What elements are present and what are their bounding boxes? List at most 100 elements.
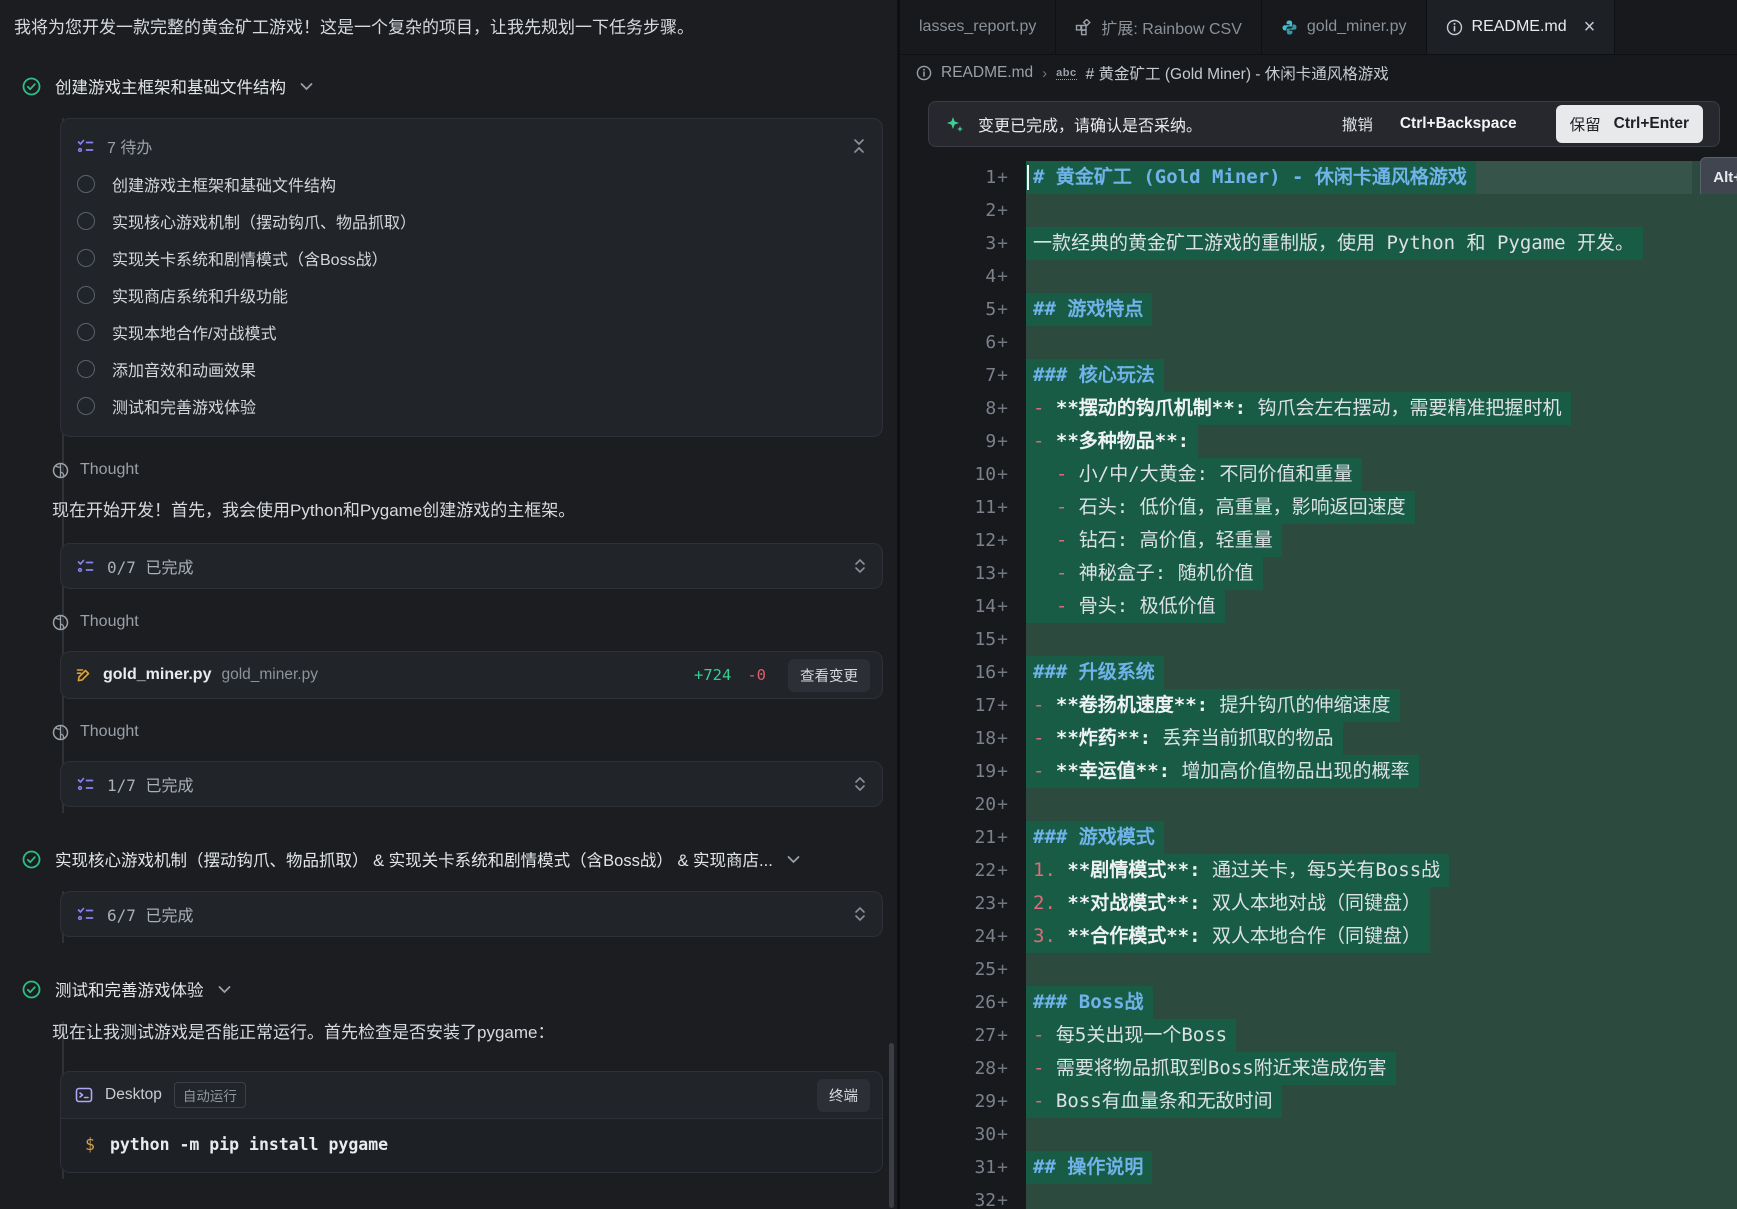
line-content[interactable]: - **多种物品**:	[1026, 425, 1737, 458]
diff-added-highlight: 2. **对战模式**: 双人本地对战（同键盘）	[1026, 887, 1430, 920]
line-content[interactable]: ### Boss战	[1026, 986, 1737, 1019]
line-content[interactable]	[1026, 260, 1737, 293]
alt-key-hint-badge[interactable]: Alt+	[1700, 157, 1737, 198]
undo-button[interactable]: 撤销	[1342, 113, 1373, 135]
line-content[interactable]: - 神秘盒子: 随机价值	[1026, 557, 1737, 590]
thought-row-1[interactable]: Thought	[52, 461, 897, 479]
line-content[interactable]: ## 操作说明	[1026, 1151, 1737, 1184]
line-number: 13	[974, 557, 996, 590]
code-segment: -	[1033, 727, 1056, 749]
todo-circle-icon[interactable]	[77, 360, 95, 378]
collapse-icon[interactable]	[852, 138, 866, 154]
line-content[interactable]: 1. **剧情模式**: 通过关卡，每5关有Boss战	[1026, 854, 1737, 887]
line-content[interactable]: - 钻石: 高价值，轻重量	[1026, 524, 1737, 557]
line-content[interactable]: ### 核心玩法	[1026, 359, 1737, 392]
code-segment	[1033, 562, 1056, 584]
todo-circle-icon[interactable]	[77, 212, 95, 230]
thought-row-2[interactable]: Thought	[52, 613, 897, 631]
line-content[interactable]: ### 升级系统	[1026, 656, 1737, 689]
task-section-header-2[interactable]: 实现核心游戏机制（摆动钩爪、物品抓取） & 实现关卡系统和剧情模式（含Boss战…	[22, 847, 881, 871]
task-section-header-1[interactable]: 创建游戏主框架和基础文件结构	[22, 74, 881, 98]
todo-item[interactable]: 创建游戏主框架和基础文件结构	[77, 165, 866, 202]
code-segment: ## 操作说明	[1033, 1156, 1143, 1178]
line-content[interactable]: 3. **合作模式**: 双人本地合作（同键盘）	[1026, 920, 1737, 953]
progress-label: 6/7 已完成	[107, 902, 194, 926]
line-content[interactable]: - Boss有血量条和无敌时间	[1026, 1085, 1737, 1118]
line-content[interactable]: - **炸药**: 丢弃当前抓取的物品	[1026, 722, 1737, 755]
code-segment: ### Boss战	[1033, 991, 1144, 1013]
todo-item[interactable]: 添加音效和动画效果	[77, 350, 866, 387]
tab-扩展: Rainbow CSV[interactable]: 扩展: Rainbow CSV	[1056, 0, 1262, 54]
tab-README.md[interactable]: README.md×	[1427, 0, 1616, 54]
line-content[interactable]	[1026, 194, 1737, 227]
keep-button[interactable]: 保留 Ctrl+Enter	[1556, 105, 1703, 143]
todo-circle-icon[interactable]	[77, 286, 95, 304]
chat-scrollbar[interactable]	[889, 1043, 894, 1208]
view-changes-button[interactable]: 查看变更	[788, 659, 870, 692]
line-content[interactable]: - **摆动的钩爪机制**: 钩爪会左右摆动，需要精准把握时机	[1026, 392, 1737, 425]
info-icon	[916, 65, 932, 81]
diff-added-highlight: - 石头: 低价值，高重量，影响返回速度	[1026, 491, 1415, 524]
line-content[interactable]: - 小/中/大黄金: 不同价值和重量	[1026, 458, 1737, 491]
breadcrumb[interactable]: README.md › abc # 黄金矿工 (Gold Miner) - 休闲…	[900, 55, 1737, 91]
line-number: 24	[974, 920, 996, 953]
terminal-command-row[interactable]: $ python -m pip install pygame	[61, 1119, 882, 1172]
editor-lines: 1+# 黄金矿工 (Gold Miner) - 休闲卡通风格游戏Alt+2+3+…	[900, 161, 1737, 1209]
todo-item[interactable]: 实现本地合作/对战模式	[77, 313, 866, 350]
tab-label: lasses_report.py	[919, 18, 1036, 36]
line-content[interactable]: - 骨头: 极低价值	[1026, 590, 1737, 623]
line-content[interactable]: - 石头: 低价值，高重量，影响返回速度	[1026, 491, 1737, 524]
task-section-header-3[interactable]: 测试和完善游戏体验	[22, 977, 881, 1001]
apply-changes-message: 变更已完成，请确认是否采纳。	[978, 112, 1202, 136]
line-content[interactable]	[1026, 788, 1737, 821]
progress-card-1[interactable]: 0/7 已完成	[60, 543, 883, 589]
code-segment: **幸运值**:	[1056, 760, 1170, 782]
line-number-gutter: 25+	[900, 953, 1026, 986]
todo-circle-icon[interactable]	[77, 175, 95, 193]
chevron-down-icon[interactable]	[787, 855, 800, 864]
breadcrumb-symbol[interactable]: # 黄金矿工 (Gold Miner) - 休闲卡通风格游戏	[1086, 62, 1389, 84]
progress-card-3[interactable]: 6/7 已完成	[60, 891, 883, 937]
diff-added-marker: +	[997, 194, 1008, 227]
line-number-gutter: 16+	[900, 656, 1026, 689]
open-terminal-button[interactable]: 终端	[817, 1079, 870, 1112]
line-content[interactable]: # 黄金矿工 (Gold Miner) - 休闲卡通风格游戏Alt+	[1026, 161, 1737, 194]
code-segment: # 黄金矿工 (Gold Miner) - 休闲卡通风格游戏	[1033, 166, 1467, 188]
python-icon	[1281, 19, 1298, 36]
unfold-icon[interactable]	[854, 906, 866, 922]
line-content[interactable]: ## 游戏特点	[1026, 293, 1737, 326]
todo-item[interactable]: 实现关卡系统和剧情模式（含Boss战）	[77, 239, 866, 276]
line-content[interactable]	[1026, 953, 1737, 986]
line-content[interactable]: - **卷扬机速度**: 提升钩爪的伸缩速度	[1026, 689, 1737, 722]
chevron-down-icon[interactable]	[218, 985, 231, 994]
chevron-down-icon[interactable]	[300, 82, 313, 91]
line-content[interactable]	[1026, 326, 1737, 359]
progress-card-2[interactable]: 1/7 已完成	[60, 761, 883, 807]
line-content[interactable]: - **幸运值**: 增加高价值物品出现的概率	[1026, 755, 1737, 788]
unfold-icon[interactable]	[854, 558, 866, 574]
line-content[interactable]: ### 游戏模式	[1026, 821, 1737, 854]
tab-gold_miner.py[interactable]: gold_miner.py	[1262, 0, 1427, 54]
line-content[interactable]	[1026, 1184, 1737, 1209]
todo-item[interactable]: 实现商店系统和升级功能	[77, 276, 866, 313]
todo-item[interactable]: 测试和完善游戏体验	[77, 387, 866, 424]
line-content[interactable]: - 每5关出现一个Boss	[1026, 1019, 1737, 1052]
todo-circle-icon[interactable]	[77, 249, 95, 267]
thought-row-3[interactable]: Thought	[52, 723, 897, 741]
line-content[interactable]: - 需要将物品抓取到Boss附近来造成伤害	[1026, 1052, 1737, 1085]
tab-lasses_report.py[interactable]: lasses_report.py	[900, 0, 1056, 54]
todo-circle-icon[interactable]	[77, 397, 95, 415]
unfold-icon[interactable]	[854, 776, 866, 792]
line-content[interactable]	[1026, 623, 1737, 656]
diff-added-highlight: - **炸药**: 丢弃当前抓取的物品	[1026, 722, 1343, 755]
diff-added-highlight: 1. **剧情模式**: 通过关卡，每5关有Boss战	[1026, 854, 1449, 887]
todo-item[interactable]: 实现核心游戏机制（摆动钩爪、物品抓取）	[77, 202, 866, 239]
line-content[interactable]	[1026, 1118, 1737, 1151]
breadcrumb-file[interactable]: README.md	[941, 64, 1033, 82]
line-content[interactable]: 2. **对战模式**: 双人本地对战（同键盘）	[1026, 887, 1737, 920]
todo-circle-icon[interactable]	[77, 323, 95, 341]
todo-list-header[interactable]: 7 待办	[77, 127, 866, 165]
line-content[interactable]: 一款经典的黄金矿工游戏的重制版，使用 Python 和 Pygame 开发。	[1026, 227, 1737, 260]
close-tab-icon[interactable]: ×	[1584, 17, 1596, 37]
file-change-card[interactable]: gold_miner.py gold_miner.py +724 -0 查看变更	[60, 651, 883, 699]
